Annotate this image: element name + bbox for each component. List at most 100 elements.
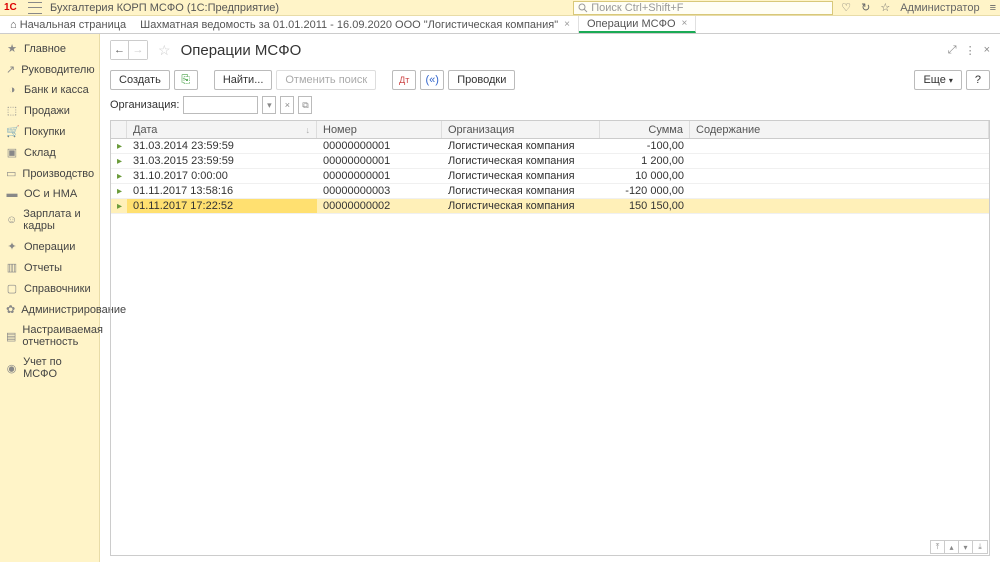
org-link-button[interactable]: ⧉ xyxy=(298,96,312,114)
col-icon[interactable] xyxy=(111,121,127,138)
ops-icon: ✦ xyxy=(6,240,18,253)
sidebar-item-admin[interactable]: ✿Администрирование xyxy=(0,299,99,320)
cell-org: Логистическая компания xyxy=(442,199,600,213)
favorite-icon[interactable]: ☆ xyxy=(158,42,171,59)
sidebar-item-bank[interactable]: ◑Банк и касса xyxy=(0,80,99,100)
tab-label: Шахматная ведомость за 01.01.2011 - 16.0… xyxy=(140,19,558,31)
forward-button[interactable]: → xyxy=(129,41,147,59)
grid-body: ▸31.03.2014 23:59:5900000000001Логистиче… xyxy=(111,139,989,214)
col-date[interactable]: Дата↓ xyxy=(127,121,317,138)
report-icon: ▥ xyxy=(6,261,18,274)
sidebar: ★Главное ↗Руководителю ◑Банк и касса ⬚Пр… xyxy=(0,34,100,562)
content-area: ← → ☆ Операции МСФО ⤢ ⋮ × Создать ⎘ Найт… xyxy=(100,34,1000,562)
close-icon[interactable]: × xyxy=(564,19,570,30)
more-icon[interactable]: ⋮ xyxy=(965,44,976,57)
cell-date: 31.10.2017 0:00:00 xyxy=(127,169,317,183)
link-icon[interactable]: ⤢ xyxy=(948,44,957,57)
search-input[interactable]: Поиск Ctrl+Shift+F xyxy=(573,1,833,15)
titlebar-actions: ♡ ↻ ☆ Администратор ≡ xyxy=(841,1,996,14)
close-icon[interactable]: × xyxy=(984,44,990,57)
sidebar-item-operations[interactable]: ✦Операции xyxy=(0,236,99,257)
scroll-up-icon[interactable]: ▴ xyxy=(945,541,959,553)
globe-icon: ◉ xyxy=(6,362,17,375)
dt-kt-button[interactable]: Дт xyxy=(392,70,416,90)
sidebar-item-custom-reports[interactable]: ▤Настраиваемая отчетность xyxy=(0,320,99,352)
tab-bar: ⌂ Начальная страница Шахматная ведомость… xyxy=(0,16,1000,34)
folder-icon: ▢ xyxy=(6,282,18,295)
org-dropdown-button[interactable]: ▾ xyxy=(262,96,276,114)
close-icon[interactable]: × xyxy=(682,18,688,29)
scroll-down-icon[interactable]: ▾ xyxy=(959,541,973,553)
cell-date: 01.11.2017 13:58:16 xyxy=(127,184,317,198)
search-placeholder: Поиск Ctrl+Shift+F xyxy=(591,2,683,14)
star-icon: ★ xyxy=(6,42,18,55)
create-button[interactable]: Создать xyxy=(110,70,170,90)
sidebar-item-reports[interactable]: ▥Отчеты xyxy=(0,257,99,278)
table-row[interactable]: ▸ 01.11.2017 13:58:1600000000003Логистиче… xyxy=(111,184,989,199)
sidebar-item-main[interactable]: ★Главное xyxy=(0,38,99,59)
page-title: Операции МСФО xyxy=(181,42,302,59)
copy-button[interactable]: ⎘ xyxy=(174,70,198,90)
home-tab[interactable]: ⌂ Начальная страница xyxy=(4,16,132,33)
history-icon[interactable]: ↻ xyxy=(861,1,870,14)
user-label[interactable]: Администратор xyxy=(900,2,979,14)
table-row[interactable]: ▸01.11.2017 17:22:5200000000002Логистиче… xyxy=(111,199,989,214)
sidebar-item-warehouse[interactable]: ▣Склад xyxy=(0,142,99,163)
postings-button[interactable]: Проводки xyxy=(448,70,515,90)
table-row[interactable]: ▸31.10.2017 0:00:0000000000001Логистичес… xyxy=(111,169,989,184)
col-desc[interactable]: Содержание xyxy=(690,121,989,138)
app-logo: 1C xyxy=(4,2,24,14)
cell-sum: 10 000,00 xyxy=(600,169,690,183)
scroll-bottom-icon[interactable]: ⤓ xyxy=(973,541,987,553)
table-row[interactable]: ▸31.03.2015 23:59:5900000000001Логистиче… xyxy=(111,154,989,169)
org-field[interactable] xyxy=(183,96,258,114)
sidebar-item-manager[interactable]: ↗Руководителю xyxy=(0,59,99,80)
sidebar-item-refs[interactable]: ▢Справочники xyxy=(0,278,99,299)
chart-icon: ↗ xyxy=(6,63,15,76)
settings-icon[interactable]: ≡ xyxy=(990,2,996,14)
tab-operations[interactable]: Операции МСФО × xyxy=(579,16,696,33)
table-row[interactable]: ▸31.03.2014 23:59:5900000000001Логистиче… xyxy=(111,139,989,154)
nav-buttons: ← → xyxy=(110,40,148,60)
col-sum[interactable]: Сумма xyxy=(600,121,690,138)
doc-icon: ▸ xyxy=(117,201,122,212)
brackets-button[interactable]: («) xyxy=(420,70,444,90)
sidebar-item-production[interactable]: ▭Производство xyxy=(0,163,99,184)
sidebar-item-ifrs[interactable]: ◉Учет по МСФО xyxy=(0,352,99,384)
filter-row: Организация: ▾ × ⧉ xyxy=(100,94,1000,120)
sort-desc-icon: ↓ xyxy=(306,125,311,135)
people-icon: ☺ xyxy=(6,214,17,226)
cell-number: 00000000003 xyxy=(317,184,442,198)
col-org[interactable]: Организация xyxy=(442,121,600,138)
cell-org: Логистическая компания xyxy=(442,184,600,198)
toolbar: Создать ⎘ Найти... Отменить поиск Дт («)… xyxy=(100,66,1000,94)
truck-icon: ▬ xyxy=(6,188,18,200)
sidebar-item-salary[interactable]: ☺Зарплата и кадры xyxy=(0,204,99,236)
cell-date: 01.11.2017 17:22:52 xyxy=(127,199,317,213)
doc-icon: ▤ xyxy=(6,330,16,343)
cell-number: 00000000001 xyxy=(317,169,442,183)
sidebar-item-sales[interactable]: ⬚Продажи xyxy=(0,100,99,121)
menu-icon[interactable] xyxy=(28,2,42,14)
cell-org: Логистическая компания xyxy=(442,139,600,153)
doc-icon: ▸ xyxy=(117,156,122,167)
org-clear-button[interactable]: × xyxy=(280,96,294,114)
bell-icon[interactable]: ♡ xyxy=(841,1,851,14)
col-number[interactable]: Номер xyxy=(317,121,442,138)
grid-header: Дата↓ Номер Организация Сумма Содержание xyxy=(111,121,989,139)
doc-icon: ▸ xyxy=(117,186,122,197)
sidebar-item-assets[interactable]: ▬ОС и НМА xyxy=(0,184,99,204)
tab-label: Операции МСФО xyxy=(587,18,676,30)
scroll-controls: ⤒ ▴ ▾ ⤓ xyxy=(930,540,988,554)
help-button[interactable]: ? xyxy=(966,70,990,90)
cell-sum: 150 150,00 xyxy=(600,199,690,213)
sidebar-item-purchases[interactable]: 🛒Покупки xyxy=(0,121,99,142)
back-button[interactable]: ← xyxy=(111,41,129,59)
scroll-top-icon[interactable]: ⤒ xyxy=(931,541,945,553)
more-button[interactable]: Еще xyxy=(914,70,961,90)
sales-icon: ⬚ xyxy=(6,104,18,117)
cell-sum: -120 000,00 xyxy=(600,184,690,198)
star-icon[interactable]: ☆ xyxy=(880,1,890,14)
tab-report[interactable]: Шахматная ведомость за 01.01.2011 - 16.0… xyxy=(132,16,579,33)
find-button[interactable]: Найти... xyxy=(214,70,273,90)
